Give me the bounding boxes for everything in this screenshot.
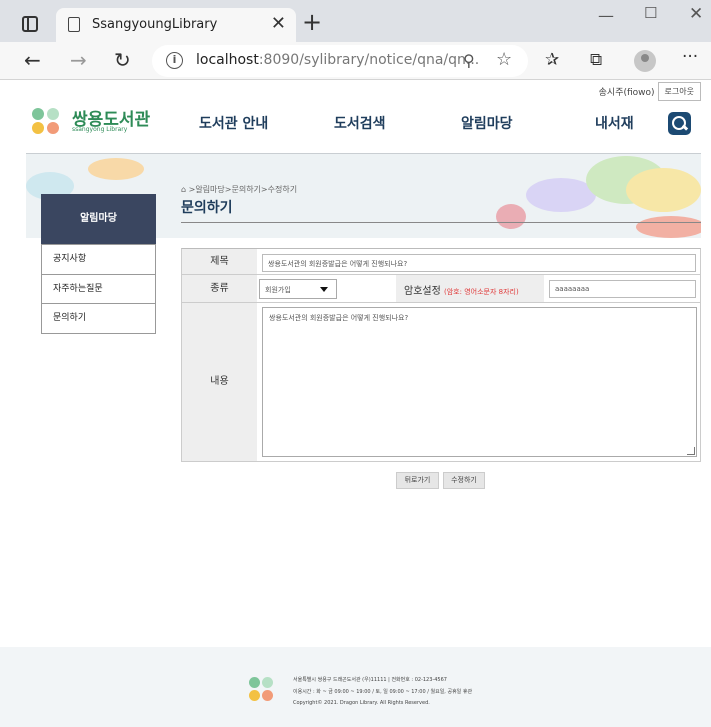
nav-my-library[interactable]: 내서재 (595, 113, 634, 133)
browser-titlebar: SsangyoungLibrary ✕ + — ☐ ✕ (0, 0, 711, 42)
close-icon[interactable]: ✕ (689, 4, 703, 24)
type-select-value: 회원가입 (265, 286, 291, 294)
footer-hours: 이용시간 : 화 ~ 금 09:00 ~ 19:00 / 토, 일 09:00 … (293, 689, 473, 695)
collections-icon[interactable]: ⧉ (590, 50, 602, 70)
minimize-icon[interactable]: — (598, 6, 614, 25)
sidebar-menu: 공지사항 자주하는질문 문의하기 (41, 244, 156, 334)
new-tab-icon[interactable]: + (302, 8, 322, 36)
sidebar-item-notice[interactable]: 공지사항 (42, 244, 155, 274)
back-icon[interactable]: ← (24, 48, 41, 72)
tab-actions-icon[interactable] (22, 16, 38, 32)
password-label: 암호설정 (암호: 영어소문자 8자리) (404, 282, 519, 297)
title-input[interactable]: 쌍용도서관의 회원증발급은 어떻게 진행되나요? (262, 254, 696, 272)
more-icon[interactable]: ··· (682, 47, 698, 67)
search-icon[interactable] (668, 112, 691, 135)
home-icon[interactable]: ⌂ (181, 185, 186, 194)
add-favorite-icon[interactable]: ☆ (496, 49, 512, 70)
footer-copyright: Copyright© 2021. Dragon Library. All Rig… (293, 700, 430, 706)
browser-toolbar: ← → ↻ i localhost:8090/sylibrary/notice/… (0, 42, 711, 80)
logo-dot (249, 677, 260, 688)
user-name: 송시주(fiowo) (598, 88, 655, 98)
nav-library-info[interactable]: 도서관 안내 (199, 113, 268, 133)
page-title: 문의하기 (181, 200, 233, 216)
logo-dot (47, 108, 59, 120)
cloud-decoration (636, 216, 701, 238)
forward-icon[interactable]: → (70, 48, 87, 72)
type-label: 종류 (182, 275, 257, 302)
web-page: 송시주(fiowo) 로그아웃 쌍용도서관 ssangyong Library … (0, 80, 711, 727)
nav-notice[interactable]: 알림마당 (461, 113, 513, 133)
url-text[interactable]: localhost:8090/sylibrary/notice/qna/qn..… (196, 52, 479, 68)
url-host: localhost (196, 52, 259, 68)
dropdown-arrow-icon (320, 287, 328, 292)
site-logo[interactable]: 쌍용도서관 ssangyong Library (32, 105, 152, 137)
logo-dot (32, 122, 44, 134)
url-path: :8090/sylibrary/notice/qna/qn... (258, 52, 480, 68)
refresh-icon[interactable]: ↻ (114, 48, 131, 72)
row-divider (182, 302, 700, 303)
zoom-icon[interactable]: ⚲ (463, 51, 475, 70)
password-hint: (암호: 영어소문자 8자리) (444, 288, 519, 296)
logo-dot (32, 108, 44, 120)
tab-close-icon[interactable]: ✕ (271, 13, 286, 34)
site-info-icon[interactable]: i (166, 52, 183, 69)
cloud-decoration (626, 168, 701, 212)
sidebar-item-inquiry[interactable]: 문의하기 (42, 303, 155, 333)
resize-handle-icon[interactable] (687, 447, 695, 455)
page-icon (68, 17, 80, 32)
type-select[interactable]: 회원가입 (259, 279, 337, 299)
tab-title: SsangyoungLibrary (92, 17, 218, 32)
logout-button[interactable]: 로그아웃 (657, 82, 701, 101)
breadcrumb: ⌂ >알림마당>문의하기>수정하기 (181, 184, 297, 195)
address-bar[interactable]: i localhost:8090/sylibrary/notice/qna/qn… (152, 45, 528, 77)
content-text: 쌍용도서관의 회원증발급은 어떻게 진행되나요? (269, 314, 409, 322)
password-label-text: 암호설정 (404, 286, 441, 297)
inquiry-form: 제목 쌍용도서관의 회원증발급은 어떻게 진행되나요? 종류 회원가입 암호설정… (181, 248, 701, 462)
footer: 서울특별시 쌍용구 드래곤도서관 (우)11111 | 전화번호 : 02-12… (0, 647, 711, 727)
content-label: 내용 (182, 303, 257, 461)
content-textarea[interactable]: 쌍용도서관의 회원증발급은 어떻게 진행되나요? (262, 307, 697, 457)
logo-dot (262, 690, 273, 701)
title-divider (181, 222, 701, 223)
logo-dot (262, 677, 273, 688)
logo-dot (47, 122, 59, 134)
favorites-icon[interactable]: ✰ (545, 50, 559, 70)
nav-book-search[interactable]: 도서검색 (334, 113, 386, 133)
profile-avatar[interactable] (634, 50, 656, 72)
cloud-decoration (88, 158, 144, 180)
back-button[interactable]: 뒤로가기 (396, 472, 439, 489)
cloud-decoration (496, 204, 526, 229)
browser-tab[interactable]: SsangyoungLibrary ✕ (56, 8, 296, 42)
maximize-icon[interactable]: ☐ (644, 4, 657, 22)
footer-logo (249, 677, 275, 703)
edit-button[interactable]: 수정하기 (443, 472, 485, 489)
logo-subtitle: ssangyong Library (72, 126, 128, 133)
sidebar-item-faq[interactable]: 자주하는질문 (42, 273, 155, 303)
password-input[interactable]: aaaaaaaa (549, 280, 696, 298)
user-bar: 송시주(fiowo) 로그아웃 (599, 82, 701, 101)
logo-dot (249, 690, 260, 701)
footer-address: 서울특별시 쌍용구 드래곤도서관 (우)11111 | 전화번호 : 02-12… (293, 677, 447, 683)
title-label: 제목 (182, 249, 257, 274)
breadcrumb-text: >알림마당>문의하기>수정하기 (188, 185, 298, 194)
sidebar-title: 알림마당 (41, 194, 156, 244)
